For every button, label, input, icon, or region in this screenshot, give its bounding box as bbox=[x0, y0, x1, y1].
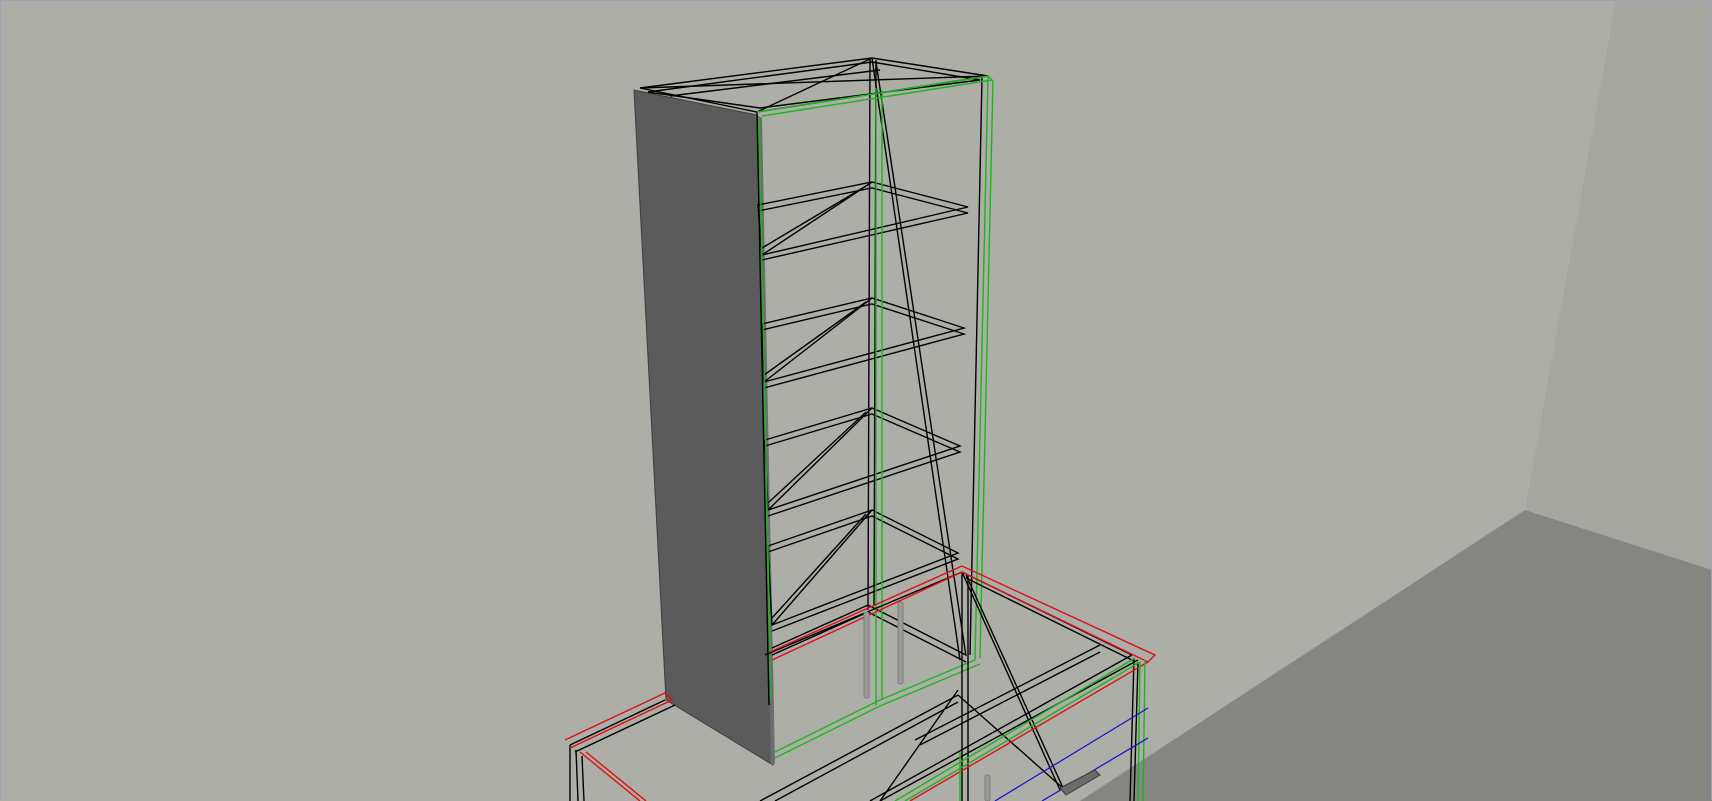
handle-3[interactable] bbox=[984, 774, 991, 801]
3d-scene[interactable] bbox=[0, 0, 1712, 801]
3d-viewport[interactable] bbox=[0, 0, 1712, 801]
room bbox=[0, 0, 1712, 801]
handle-1[interactable] bbox=[863, 611, 870, 699]
handle-2[interactable] bbox=[897, 601, 904, 685]
